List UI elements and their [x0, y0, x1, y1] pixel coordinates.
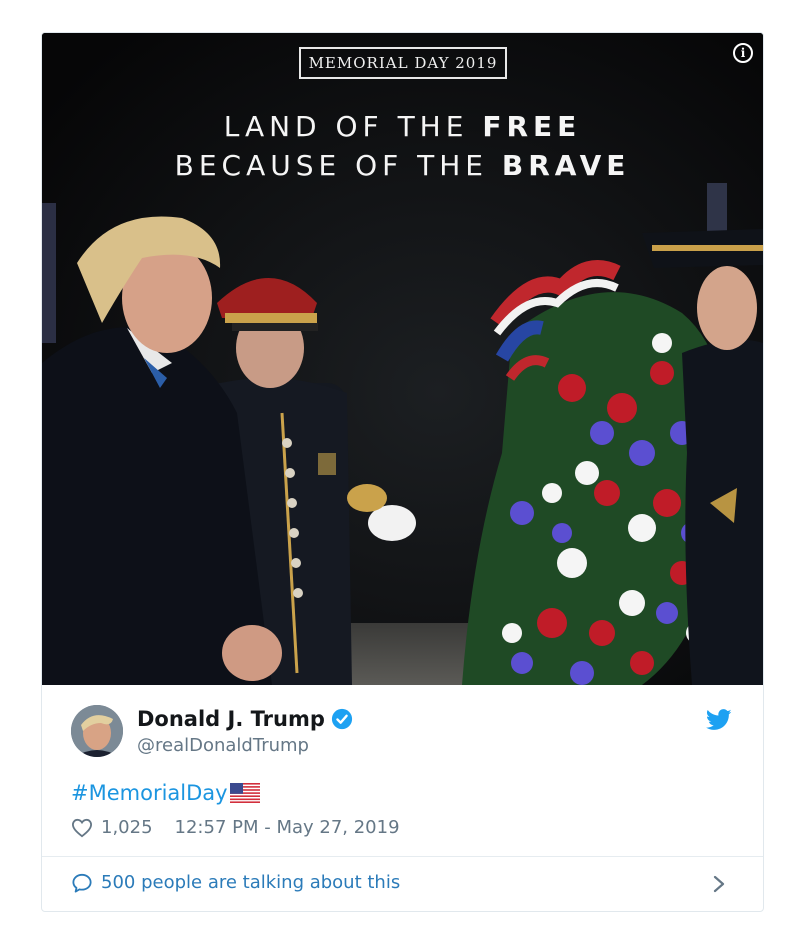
tweet-meta: 1,025 12:57 PM - May 27, 2019 [71, 817, 400, 838]
embedded-tweet-card[interactable]: MEMORIAL DAY 2019 LAND OF THE FREE BECAU… [41, 32, 764, 912]
hashtag-link[interactable]: #MemorialDay [71, 781, 228, 805]
speech-bubble-icon [72, 873, 92, 893]
author-handle[interactable]: @realDonaldTrump [137, 735, 309, 756]
talking-about-text[interactable]: 500 people are talking about this [101, 872, 400, 893]
avatar-portrait-icon [71, 705, 123, 757]
us-flag-emoji-icon [229, 783, 260, 803]
headline-line-1-bold: FREE [482, 110, 582, 143]
headline-line-1-plain: LAND OF THE [223, 110, 483, 143]
memorial-day-badge: MEMORIAL DAY 2019 [299, 47, 507, 79]
headline-line-1: LAND OF THE FREE [42, 107, 763, 146]
twitter-bird-icon[interactable] [706, 709, 732, 731]
headline-text: LAND OF THE FREE BECAUSE OF THE BRAVE [42, 107, 763, 185]
like-count[interactable]: 1,025 [101, 817, 153, 838]
tweet-text: #MemorialDay [71, 781, 260, 805]
headline-line-2-bold: BRAVE [501, 149, 631, 182]
headline-line-2-plain: BECAUSE OF THE [174, 149, 502, 182]
conversation-footer[interactable]: 500 people are talking about this [42, 857, 763, 911]
tweet-timestamp[interactable]: 12:57 PM - May 27, 2019 [175, 817, 400, 838]
author-name-row[interactable]: Donald J. Trump [137, 707, 353, 731]
heart-icon[interactable] [71, 818, 93, 838]
author-display-name[interactable]: Donald J. Trump [137, 707, 325, 731]
headline-line-2: BECAUSE OF THE BRAVE [42, 146, 763, 185]
info-icon[interactable]: i [733, 43, 753, 63]
verified-badge-icon [331, 708, 352, 730]
tweet-media-image[interactable]: MEMORIAL DAY 2019 LAND OF THE FREE BECAU… [42, 33, 763, 685]
conversation-link[interactable]: 500 people are talking about this [71, 872, 400, 893]
chevron-right-icon[interactable] [712, 874, 726, 894]
avatar[interactable] [71, 705, 123, 757]
